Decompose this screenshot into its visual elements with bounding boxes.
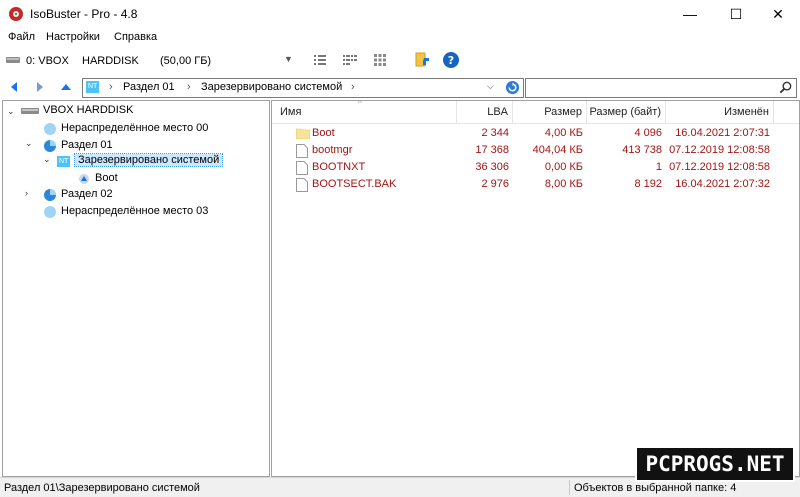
menu-help[interactable]: Справка	[114, 31, 157, 43]
column-header-name[interactable]: Имя	[272, 101, 457, 123]
up-arrow-icon[interactable]	[58, 79, 74, 95]
chevron-down-icon[interactable]: ▼	[284, 54, 293, 64]
breadcrumb-separator-icon[interactable]: ›	[187, 81, 191, 93]
cell-modified: 07.12.2019 12:08:58	[669, 144, 770, 156]
back-arrow-icon[interactable]	[6, 79, 22, 95]
maximize-button[interactable]: ☐	[718, 0, 754, 28]
drive-name: HARDDISK	[82, 55, 139, 67]
unallocated-disk-icon	[44, 206, 56, 218]
column-header-size[interactable]: Размер	[513, 101, 587, 123]
svg-text:?: ?	[448, 54, 454, 67]
expand-caret-icon[interactable]: ⌄	[7, 106, 15, 117]
cell-lba: 2 344	[481, 127, 509, 139]
file-icon	[296, 178, 308, 192]
watermark-logo: PCPROGS.NET	[635, 446, 795, 482]
table-row[interactable]: Boot 2 344 4,00 КБ 4 096 16.04.2021 2:07…	[272, 126, 799, 142]
drive-size: (50,00 ГБ)	[160, 55, 212, 67]
file-list[interactable]: ^ Имя LBA Размер Размер (байт) Изменён B…	[271, 99, 800, 477]
folder-tree[interactable]: ⌄ VBOX HARDDISK Нераспределённое место 0…	[2, 100, 270, 477]
status-object-count: Объектов в выбранной папке: 4	[574, 482, 737, 494]
status-divider	[569, 480, 570, 495]
cell-modified: 07.12.2019 12:08:58	[669, 161, 770, 173]
extract-folder-icon[interactable]	[412, 50, 432, 70]
tree-item-reserved[interactable]: Зарезервировано системой	[73, 153, 224, 167]
table-row[interactable]: BOOTSECT.BAK 2 976 8,00 КБ 8 192 16.04.2…	[272, 177, 799, 193]
toolbar: 0: VBOX HARDDISK (50,00 ГБ) ▼ ?	[0, 47, 800, 74]
chevron-down-icon[interactable]: ⌵	[487, 81, 494, 92]
icons-view-icon[interactable]	[370, 50, 390, 70]
tree-item-unallocated-03[interactable]: Нераспределённое место 03	[61, 205, 208, 217]
partition-icon	[44, 140, 56, 152]
ntfs-badge-icon: NT	[86, 81, 100, 93]
app-logo-icon	[9, 7, 23, 21]
cell-modified: 16.04.2021 2:07:32	[675, 178, 770, 190]
tree-item-unallocated-00[interactable]: Нераспределённое место 00	[61, 122, 208, 134]
menu-bar: Файл Настройки Справка	[0, 28, 800, 46]
tree-item-partition-02[interactable]: Раздел 02	[61, 188, 113, 200]
help-icon[interactable]: ?	[441, 50, 461, 70]
address-bar[interactable]: NT › Раздел 01 › Зарезервировано системо…	[82, 78, 524, 98]
tree-item-drive[interactable]: VBOX HARDDISK	[43, 104, 133, 116]
drive-id: 0: VBOX	[26, 55, 69, 67]
search-icon[interactable]	[778, 80, 793, 95]
tree-item-partition-01[interactable]: Раздел 01	[61, 139, 113, 151]
folder-icon	[296, 128, 310, 139]
cell-bytes: 1	[655, 161, 662, 173]
menu-settings[interactable]: Настройки	[46, 31, 100, 43]
partition-icon	[44, 189, 56, 201]
navigation-bar: NT › Раздел 01 › Зарезервировано системо…	[0, 76, 800, 98]
column-header-modified[interactable]: Изменён	[666, 101, 774, 123]
breadcrumb-reserved[interactable]: Зарезервировано системой	[201, 81, 342, 93]
cell-size: 4,00 КБ	[544, 127, 583, 139]
cell-bytes: 8 192	[634, 178, 662, 190]
breadcrumb-separator-icon[interactable]: ›	[351, 81, 355, 93]
cell-lba: 17 368	[475, 144, 509, 156]
expand-caret-icon[interactable]: ⌄	[25, 138, 33, 149]
ntfs-badge-icon: NT	[57, 156, 71, 167]
close-button[interactable]: ✕	[760, 0, 796, 28]
column-header-bytes[interactable]: Размер (байт)	[587, 101, 666, 123]
file-icon	[296, 144, 308, 158]
cell-name: Boot	[312, 127, 335, 139]
unallocated-disk-icon	[44, 123, 56, 135]
cell-size: 8,00 КБ	[544, 178, 583, 190]
cell-lba: 2 976	[481, 178, 509, 190]
cell-name: BOOTNXT	[312, 161, 366, 173]
expand-caret-icon[interactable]: ⌄	[43, 154, 51, 165]
file-icon	[296, 161, 308, 175]
cell-modified: 16.04.2021 2:07:31	[675, 127, 770, 139]
window-title: IsoBuster - Pro - 4.8	[30, 7, 138, 21]
table-row[interactable]: BOOTNXT 36 306 0,00 КБ 1 07.12.2019 12:0…	[272, 160, 799, 176]
cell-name: bootmgr	[312, 144, 353, 156]
breadcrumb-separator-icon[interactable]: ›	[109, 81, 113, 93]
hard-disk-icon	[6, 57, 20, 63]
breadcrumb-partition[interactable]: Раздел 01	[123, 81, 175, 93]
cell-bytes: 4 096	[634, 127, 662, 139]
drive-selector[interactable]: 0: VBOX HARDDISK (50,00 ГБ) ▼	[4, 51, 296, 70]
list-header: ^ Имя LBA Размер Размер (байт) Изменён	[272, 99, 799, 124]
cell-size: 0,00 КБ	[544, 161, 583, 173]
cell-size: 404,04 КБ	[532, 144, 583, 156]
cell-lba: 36 306	[475, 161, 509, 173]
forward-arrow-icon[interactable]	[32, 79, 48, 95]
minimize-button[interactable]: —	[672, 0, 708, 28]
table-row[interactable]: bootmgr 17 368 404,04 КБ 413 738 07.12.2…	[272, 143, 799, 159]
details-view-icon[interactable]	[310, 50, 330, 70]
list-view-icon[interactable]	[340, 50, 360, 70]
cell-name: BOOTSECT.BAK	[312, 178, 397, 190]
status-path: Раздел 01\Зарезервировано системой	[4, 482, 200, 494]
column-header-lba[interactable]: LBA	[457, 101, 513, 123]
tree-item-boot[interactable]: Boot	[95, 172, 118, 184]
cell-bytes: 413 738	[622, 144, 662, 156]
collapse-caret-icon[interactable]: ›	[25, 188, 28, 198]
hard-disk-icon	[21, 108, 39, 114]
menu-file[interactable]: Файл	[8, 31, 35, 43]
refresh-icon[interactable]	[505, 80, 520, 95]
boot-folder-icon	[79, 174, 89, 184]
title-bar: IsoBuster - Pro - 4.8 — ☐ ✕	[0, 0, 800, 28]
search-input[interactable]	[525, 78, 797, 98]
